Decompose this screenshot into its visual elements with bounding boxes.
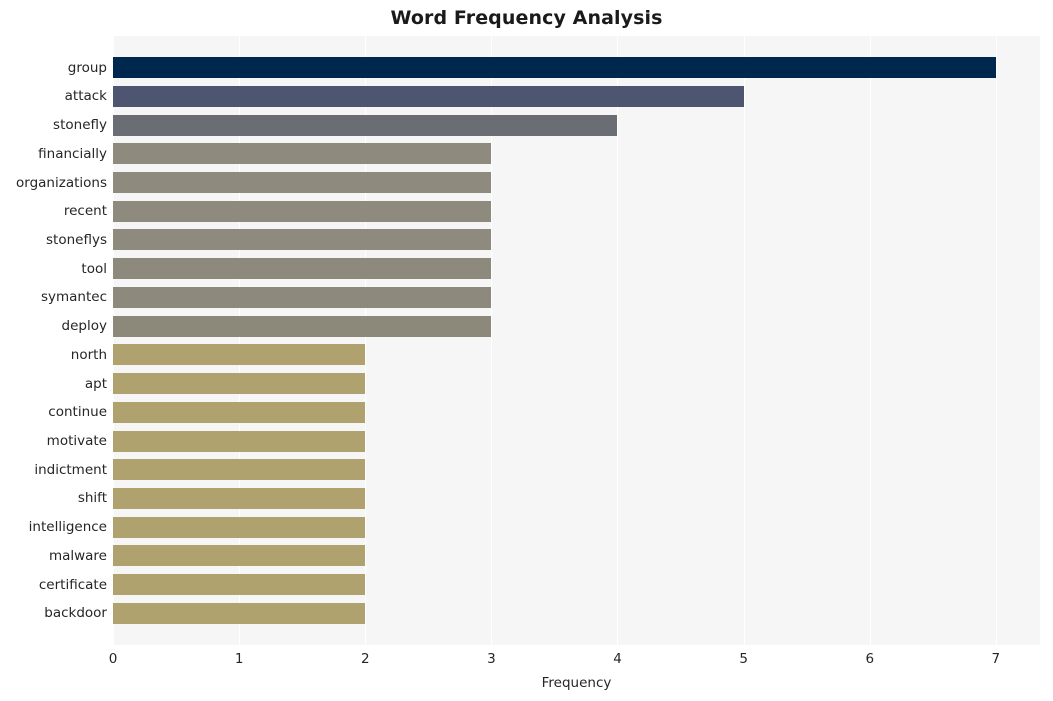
bar-attack [113, 85, 744, 107]
x-tick-label-3: 3 [487, 651, 496, 667]
y-tick-label-recent: recent [63, 203, 107, 220]
y-tick-label-indictment: indictment [34, 461, 107, 478]
x-tick-label-0: 0 [108, 651, 118, 667]
x-tick-label-6: 6 [865, 651, 875, 667]
y-tick-label-apt: apt [84, 375, 107, 392]
x-tick-label-5: 5 [739, 651, 748, 667]
y-tick-label-tool: tool [81, 260, 107, 277]
bar-recent [113, 200, 492, 222]
bar-deploy [113, 315, 492, 337]
y-tick-label-intelligence: intelligence [28, 519, 107, 536]
bars-layer [113, 36, 1040, 645]
y-tick-label-malware: malware [48, 547, 107, 564]
y-tick-label-stonefly: stonefly [53, 117, 107, 134]
chart-title: Word Frequency Analysis [390, 7, 663, 29]
y-tick-label-attack: attack [64, 88, 107, 105]
x-axis-tick-labels: 0 1 2 3 4 5 6 7 [109, 650, 1040, 670]
bar-apt [113, 373, 366, 395]
y-tick-label-backdoor: backdoor [44, 605, 107, 622]
y-tick-label-motivate: motivate [46, 433, 107, 450]
y-tick-label-continue: continue [48, 404, 107, 421]
y-tick-label-symantec: symantec [40, 289, 107, 306]
y-tick-label-organizations: organizations [16, 174, 107, 191]
bar-north [113, 344, 366, 366]
y-tick-label-north: north [70, 346, 107, 363]
bar-motivate [113, 430, 366, 452]
bar-continue [113, 401, 366, 423]
y-tick-label-deploy: deploy [61, 318, 107, 335]
bar-organizations [113, 172, 492, 193]
y-tick-label-shift: shift [77, 490, 107, 507]
bar-shift [113, 487, 366, 509]
y-tick-label-group: group [67, 59, 107, 76]
bar-malware [113, 545, 366, 567]
bar-indictment [113, 459, 366, 481]
bar-stonefly [113, 114, 618, 136]
bar-backdoor [113, 602, 366, 624]
bar-group [113, 57, 996, 79]
bar-stoneflys [113, 229, 492, 251]
x-tick-label-1: 1 [234, 651, 244, 667]
x-axis-title: Frequency [541, 675, 612, 691]
y-tick-label-financially: financially [38, 145, 107, 162]
chart-figure: Word Frequency Analysis group attack stone… [0, 0, 1053, 701]
x-tick-label-7: 7 [991, 651, 1001, 667]
y-axis-tick-labels: group attack stonefly financially organizati… [0, 36, 107, 645]
bar-certificate [113, 574, 366, 596]
plot-area [113, 36, 1040, 645]
bar-symantec [113, 286, 492, 308]
y-tick-label-stoneflys: stoneflys [46, 231, 107, 248]
bar-tool [113, 258, 492, 280]
x-tick-label-2: 2 [360, 651, 370, 667]
bar-financially [113, 143, 492, 165]
y-tick-label-certificate: certificate [38, 576, 107, 593]
bar-intelligence [113, 516, 366, 538]
x-tick-label-4: 4 [613, 651, 622, 667]
